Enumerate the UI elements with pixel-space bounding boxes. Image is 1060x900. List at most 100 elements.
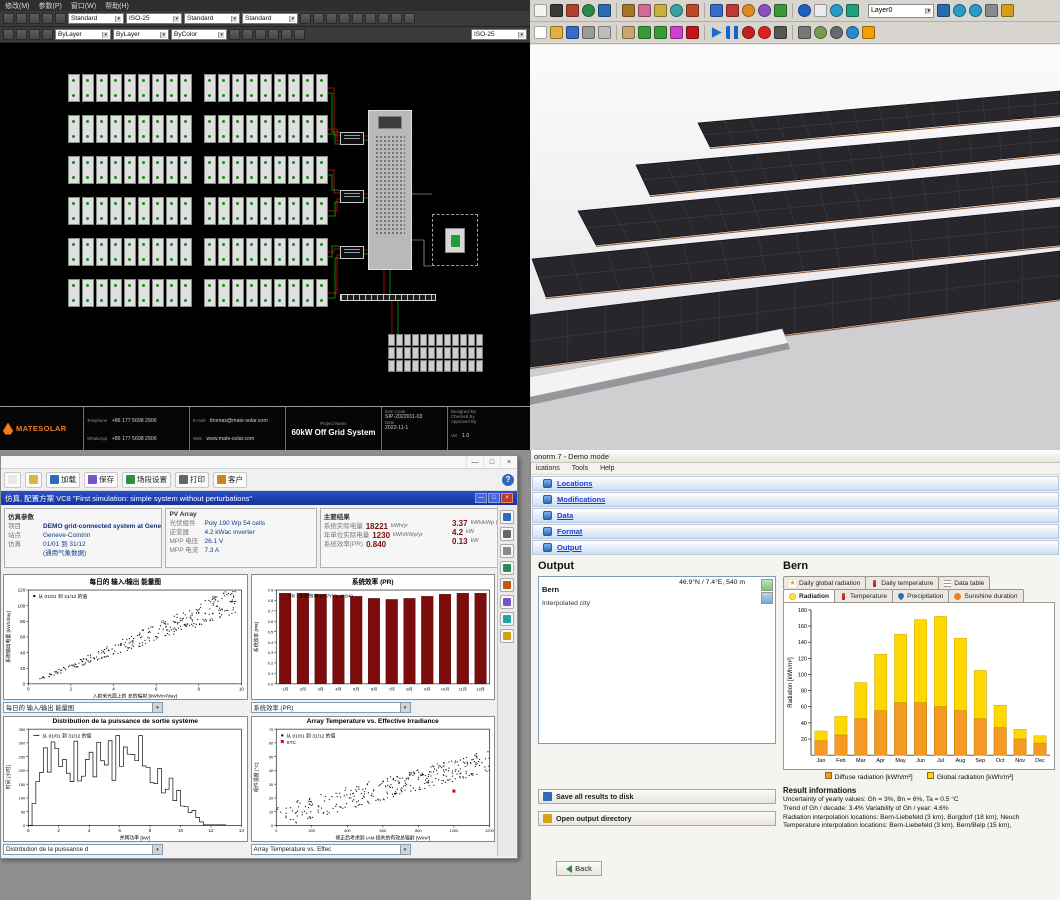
minimize-button[interactable]: — — [466, 456, 483, 468]
line-icon[interactable] — [550, 4, 563, 17]
copy-icon[interactable] — [598, 26, 611, 39]
toolbar-icon[interactable] — [42, 13, 53, 24]
save-results-button[interactable]: Save all results to disk — [538, 789, 776, 804]
warning-icon[interactable] — [862, 26, 875, 39]
open-icon[interactable] — [550, 26, 563, 39]
toolbar-icon[interactable] — [300, 13, 311, 24]
refresh-location-button[interactable] — [761, 592, 773, 604]
menu-item[interactable]: 修改(M) — [5, 1, 30, 11]
toolbar-icon[interactable] — [16, 29, 27, 40]
redo-icon[interactable] — [654, 26, 667, 39]
tab-daily-global-radiation[interactable]: ★Daily global radiation — [783, 576, 866, 589]
export-button[interactable] — [500, 510, 514, 524]
toolbar-icon[interactable] — [55, 13, 66, 24]
toolbar-button-4[interactable]: 打印 — [175, 472, 209, 488]
toolbar-icon[interactable] — [352, 13, 363, 24]
tape-measure-icon[interactable] — [654, 4, 667, 17]
look-around-icon[interactable] — [814, 26, 827, 39]
chart-selector-2[interactable]: 系统效率 (PR)▾ — [251, 702, 411, 713]
chart-selector-3[interactable]: Distribution de la puissance d▾ — [3, 844, 163, 855]
chart-selector-1[interactable]: 每日的 输入/输出 能量图▾ — [3, 702, 163, 713]
zoom-extents-icon[interactable] — [846, 4, 859, 17]
toolbar-button-3[interactable]: 场段设置 — [122, 472, 171, 488]
menu-item[interactable]: Help — [600, 465, 614, 472]
pan-icon[interactable] — [814, 4, 827, 17]
arc-icon[interactable] — [598, 4, 611, 17]
help-button[interactable] — [500, 629, 514, 643]
cad-drawing-canvas[interactable]: MATESOLAR Telephone +86 177 5698 2906 Wh… — [0, 44, 530, 450]
protractor-icon[interactable] — [670, 4, 683, 17]
menu-item[interactable]: Tools — [572, 465, 588, 472]
new-button[interactable] — [4, 472, 21, 488]
info-icon[interactable] — [846, 26, 859, 39]
select-icon[interactable] — [534, 4, 547, 17]
help-icon[interactable]: ? — [502, 474, 514, 486]
toolbar-icon[interactable] — [404, 13, 415, 24]
toolbar-icon[interactable] — [339, 13, 350, 24]
toolbar-icon[interactable] — [313, 13, 324, 24]
walk-icon[interactable] — [798, 26, 811, 39]
tab-temperature[interactable]: Temperature — [834, 589, 893, 602]
push-pull-icon[interactable] — [710, 4, 723, 17]
zoom-out-icon[interactable] — [969, 4, 982, 17]
pause-icon[interactable] — [726, 26, 739, 39]
save-icon[interactable] — [566, 26, 579, 39]
tab-daily-temperature[interactable]: Daily temperature — [865, 576, 939, 589]
toolbar-button-1[interactable]: 加载 — [46, 472, 80, 488]
mdi-maximize-button[interactable]: □ — [488, 493, 500, 503]
print-icon[interactable] — [985, 4, 998, 17]
undo-icon[interactable] — [638, 26, 651, 39]
toolbar-icon[interactable] — [268, 29, 279, 40]
zoom-icon[interactable] — [830, 4, 843, 17]
rect-icon[interactable] — [566, 4, 579, 17]
offset-icon[interactable] — [758, 4, 771, 17]
eraser-icon[interactable] — [638, 4, 651, 17]
cut-icon[interactable] — [582, 26, 595, 39]
mdi-minimize-button[interactable]: — — [475, 493, 487, 503]
polygon-icon[interactable] — [622, 4, 635, 17]
open-button[interactable] — [25, 472, 42, 488]
open-output-directory-button[interactable]: Open output directory — [538, 811, 776, 826]
layer-dropdown[interactable]: Layer0▾ — [868, 4, 934, 18]
menu-item[interactable]: 帮助(H) — [105, 1, 129, 11]
menu-item[interactable]: ications — [536, 465, 560, 472]
style-dropdown[interactable]: ISO-25▾ — [126, 13, 182, 24]
toolbar-icon[interactable] — [294, 29, 305, 40]
export-location-button[interactable] — [761, 579, 773, 591]
wizard-step-output[interactable]: Output — [532, 540, 1059, 555]
style-dropdown[interactable]: Standard▾ — [242, 13, 298, 24]
copy-button[interactable] — [500, 544, 514, 558]
toolbar-icon[interactable] — [29, 29, 40, 40]
mdi-close-button[interactable]: × — [501, 493, 513, 503]
stop-icon[interactable] — [742, 26, 755, 39]
toolbar-icon[interactable] — [42, 29, 53, 40]
toolbar-icon[interactable] — [16, 13, 27, 24]
axes-icon[interactable] — [686, 26, 699, 39]
location-list[interactable]: Bern 46.9°N / 7.4°E, 540 m Interpolated … — [538, 576, 776, 744]
table-button[interactable] — [500, 561, 514, 575]
move-icon[interactable] — [726, 4, 739, 17]
paste-icon[interactable] — [622, 26, 635, 39]
menu-item[interactable]: 参数(P) — [39, 1, 62, 11]
toolbar-icon[interactable] — [365, 13, 376, 24]
chart-selector-4[interactable]: Array Temperature vs. Effec▾ — [251, 844, 411, 855]
print-button[interactable] — [500, 527, 514, 541]
toolbar-icon[interactable] — [281, 29, 292, 40]
play-icon[interactable] — [710, 26, 723, 39]
tab-radiation[interactable]: Radiation — [783, 589, 835, 602]
graph-button[interactable] — [500, 578, 514, 592]
toolbar-button-2[interactable]: 保存 — [84, 472, 118, 488]
property-dropdown[interactable]: ByColor▾ — [171, 29, 227, 40]
refresh-button[interactable] — [500, 612, 514, 626]
circle-icon[interactable] — [582, 4, 595, 17]
toolbar-icon[interactable] — [29, 13, 40, 24]
speaker-icon[interactable] — [937, 4, 950, 17]
style-dropdown[interactable]: Standard▾ — [184, 13, 240, 24]
report-button[interactable] — [500, 595, 514, 609]
toolbar-icon[interactable] — [229, 29, 240, 40]
style-dropdown[interactable]: Standard▾ — [68, 13, 124, 24]
dimstyle-dropdown[interactable]: ISO-25▾ — [471, 29, 527, 40]
maximize-button[interactable]: □ — [483, 456, 500, 468]
tab-precipitation[interactable]: Precipitation — [892, 589, 949, 602]
rotate-icon[interactable] — [742, 4, 755, 17]
